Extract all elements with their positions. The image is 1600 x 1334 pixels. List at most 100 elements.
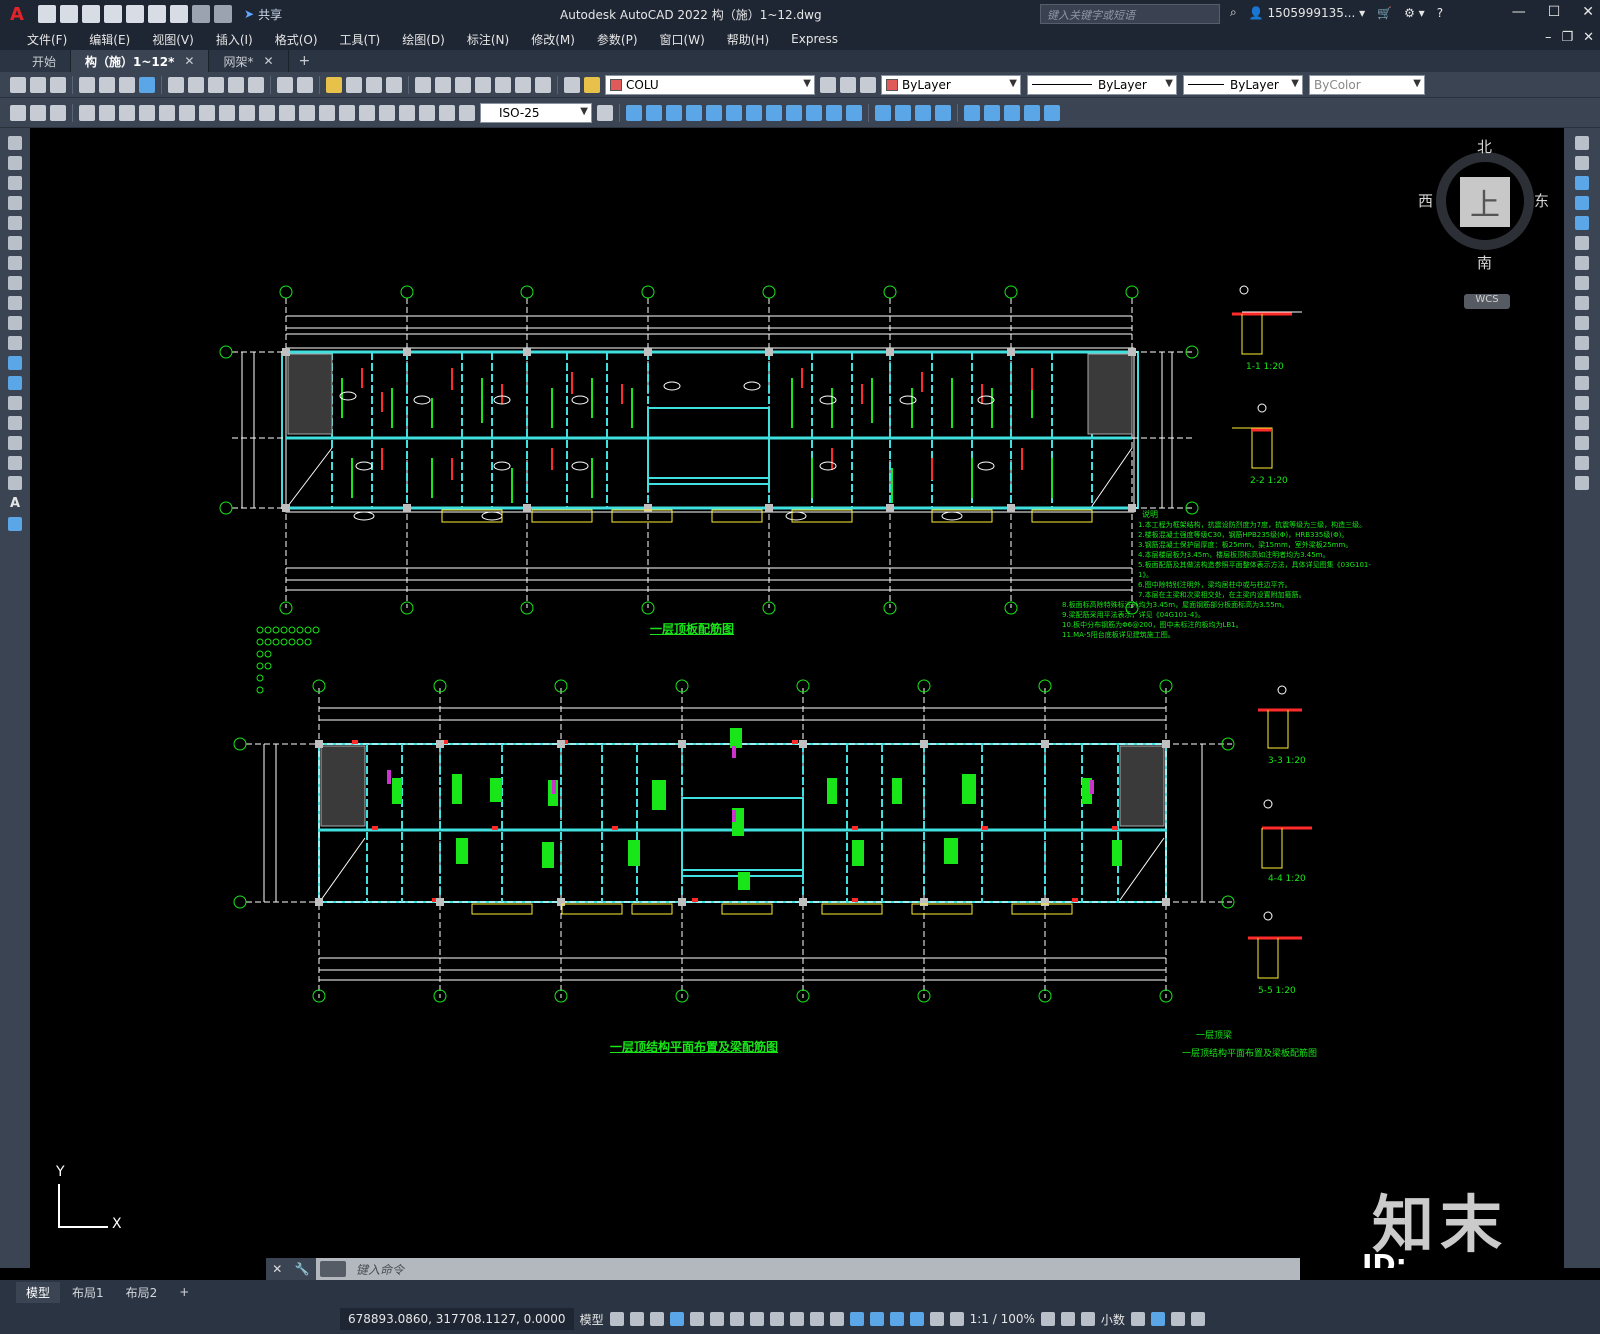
customization-icon[interactable] [1190,1312,1205,1326]
close-icon[interactable]: ✕ [272,1262,282,1276]
explode-icon[interactable] [1575,476,1589,490]
viewcube-north[interactable]: 北 [1477,136,1492,157]
multiline-text-icon[interactable]: A [10,496,20,511]
menu-edit[interactable]: 编辑(E) [78,31,141,48]
zoom-realtime-icon[interactable] [346,76,362,93]
point-icon[interactable] [1004,104,1020,121]
layer-previous-icon[interactable] [840,76,856,93]
sheet-set-icon[interactable] [475,76,491,93]
rectangle-icon[interactable] [8,216,22,230]
menu-format[interactable]: 格式(O) [264,31,329,48]
tab-drawing-active[interactable]: 构（施）1~12* ✕ [71,50,210,72]
dim-baseline-icon[interactable] [259,104,275,121]
new-icon[interactable] [10,76,26,93]
break-icon[interactable] [1575,376,1589,390]
ortho-icon[interactable] [689,1312,704,1326]
annotation-visibility-icon[interactable] [929,1312,944,1326]
undo-icon[interactable] [192,5,210,23]
ellipse-arc-icon[interactable] [8,336,22,350]
join-icon[interactable] [1575,396,1589,410]
blend-icon[interactable] [1575,456,1589,470]
spline-icon[interactable] [8,296,22,310]
paste-icon[interactable] [208,76,224,93]
circle-icon[interactable] [8,256,22,270]
insert-block-icon[interactable] [8,356,22,370]
menu-dimension[interactable]: 标注(N) [456,31,520,48]
undo-icon[interactable] [277,76,293,93]
make-block-icon[interactable] [984,104,1000,121]
point-icon[interactable] [8,396,22,410]
arc-icon[interactable] [8,236,22,250]
copy-object-icon[interactable] [646,104,662,121]
dim-arc-length-icon[interactable] [119,104,135,121]
menu-insert[interactable]: 插入(I) [205,31,264,48]
polygon-icon[interactable] [8,196,22,210]
join-icon[interactable] [875,104,891,121]
plot-preview-icon[interactable] [99,76,115,93]
dim-radius-icon[interactable] [159,104,175,121]
selection-filter-icon[interactable] [889,1312,904,1326]
isolate-objects-icon[interactable] [1150,1312,1165,1326]
inspect-icon[interactable] [379,104,395,121]
menu-help[interactable]: 帮助(H) [716,31,780,48]
autocad-logo-icon[interactable]: A [0,0,34,28]
mirror-icon[interactable] [1575,176,1589,190]
dim-linear-icon[interactable] [10,104,26,121]
region-icon[interactable] [8,456,22,470]
auto-scale-icon[interactable] [949,1312,964,1326]
dim-arc-icon[interactable] [50,104,66,121]
grid-icon[interactable] [609,1312,624,1326]
open-web-icon[interactable] [126,5,144,23]
wrench-icon[interactable]: 🔧 [295,1262,310,1276]
tab-close-icon[interactable]: ✕ [184,54,194,68]
cut-icon[interactable] [168,76,184,93]
menu-window[interactable]: 窗口(W) [649,31,716,48]
dim-diameter-icon[interactable] [199,104,215,121]
chamfer-icon[interactable] [1575,416,1589,430]
block-editor-icon[interactable] [248,76,264,93]
dim-angular-icon[interactable] [219,104,235,121]
viewcube-south[interactable]: 南 [1477,252,1492,273]
polar-icon[interactable] [709,1312,724,1326]
snap-icon[interactable] [629,1312,644,1326]
a360-icon[interactable]: ⚙ ▾ [1404,6,1425,20]
tab-start[interactable]: 开始 [18,50,72,72]
extend-icon[interactable] [826,104,842,121]
dim-jogged-icon[interactable] [179,104,195,121]
offset-icon[interactable] [1575,196,1589,210]
linetype-select[interactable]: ByLayer ▼ [1027,74,1177,95]
maximize-icon[interactable]: ☐ [1548,4,1561,20]
trim-icon[interactable] [806,104,822,121]
offset-icon[interactable] [686,104,702,121]
tab-drawing-grid[interactable]: 网架* ✕ [209,50,289,72]
pan-icon[interactable] [326,76,342,93]
menu-tools[interactable]: 工具(T) [329,31,392,48]
lineweight-select[interactable]: ByLayer ▼ [1183,74,1303,95]
object-snap-icon[interactable] [769,1312,784,1326]
viewcube[interactable]: 上 北 南 东 西 [1418,138,1549,300]
polyline-icon[interactable] [8,176,22,190]
dim-edit-icon[interactable] [419,104,435,121]
dim-style-icon[interactable] [597,104,613,121]
table-icon[interactable] [8,476,22,490]
region-icon[interactable] [1044,104,1060,121]
3d-osnap-icon[interactable] [849,1312,864,1326]
infer-constraints-icon[interactable] [649,1312,664,1326]
make-current-layer-icon[interactable] [820,76,836,93]
move-icon[interactable] [726,104,742,121]
rotate-icon[interactable] [746,104,762,121]
clean-screen-icon[interactable] [1170,1312,1185,1326]
open-icon[interactable] [30,76,46,93]
plotstyle-select[interactable]: ByColor ▼ [1309,74,1425,95]
units-value[interactable]: 小数 [1101,1311,1125,1328]
layer-properties-icon[interactable] [564,76,580,93]
menu-view[interactable]: 视图(V) [141,31,205,48]
ellipse-icon[interactable] [8,316,22,330]
extend-icon[interactable] [1575,336,1589,350]
rotate-icon[interactable] [1575,256,1589,270]
scale-icon[interactable] [1575,276,1589,290]
dim-update-icon[interactable] [459,104,475,121]
design-center-icon[interactable] [435,76,451,93]
help-icon[interactable]: ? [1437,6,1443,20]
quick-dim-icon[interactable] [239,104,255,121]
